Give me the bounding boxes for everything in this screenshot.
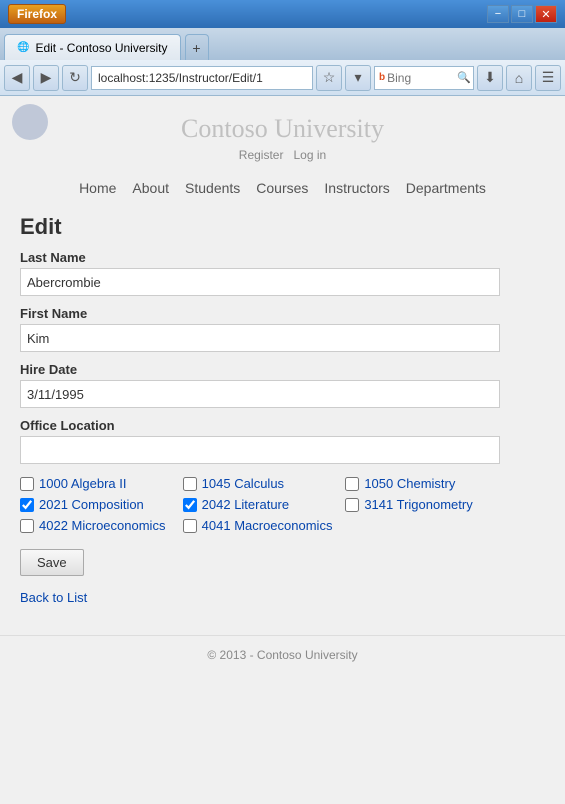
page-heading: Edit [20, 214, 545, 240]
nav-about[interactable]: About [132, 180, 169, 196]
firefox-button[interactable]: Firefox [8, 4, 66, 24]
search-box[interactable]: b 🔍 [374, 66, 474, 90]
restore-button[interactable]: □ [511, 5, 533, 23]
reload-button[interactable]: ↻ [62, 65, 88, 91]
course-label-4022: 4022 Microeconomics [39, 518, 165, 533]
save-button[interactable]: Save [20, 549, 84, 576]
tab-bar: 🌐 Edit - Contoso University + [0, 28, 565, 60]
search-input[interactable] [387, 71, 457, 85]
site-header: Contoso University Register Log in [0, 96, 565, 174]
login-link[interactable]: Log in [294, 148, 327, 162]
active-tab[interactable]: 🌐 Edit - Contoso University [4, 34, 181, 60]
page-content: Contoso University Register Log in Home … [0, 96, 565, 804]
course-checkbox-2042[interactable] [183, 498, 197, 512]
office-input[interactable] [20, 436, 500, 464]
bookmark-star-button[interactable]: ☆ [316, 65, 342, 91]
back-nav-button[interactable]: ◀ [4, 65, 30, 91]
footer-copyright: © 2013 - Contoso University [207, 648, 357, 662]
course-checkbox-1045[interactable] [183, 477, 197, 491]
course-checkbox-4041[interactable] [183, 519, 197, 533]
forward-nav-button[interactable]: ▶ [33, 65, 59, 91]
course-item: 4041 Macroeconomics [183, 518, 338, 533]
site-title: Contoso University [0, 114, 565, 144]
content-area: Edit Last Name First Name Hire Date Offi… [0, 204, 565, 625]
course-label-2042: 2042 Literature [202, 497, 289, 512]
course-item: 1045 Calculus [183, 476, 338, 491]
close-button[interactable]: ✕ [535, 5, 557, 23]
course-item: 3141 Trigonometry [345, 497, 500, 512]
new-tab-button[interactable]: + [185, 34, 209, 60]
first-name-group: First Name [20, 306, 545, 352]
hire-date-input[interactable] [20, 380, 500, 408]
nav-bar: ◀ ▶ ↻ localhost:1235/Instructor/Edit/1 ☆… [0, 60, 565, 96]
logo-circle [12, 104, 48, 140]
home-button[interactable]: ⌂ [506, 65, 532, 91]
nav-menu: Home About Students Courses Instructors … [0, 174, 565, 204]
auth-links: Register Log in [0, 148, 565, 162]
course-label-1000: 1000 Algebra II [39, 476, 126, 491]
register-link[interactable]: Register [239, 148, 284, 162]
course-item: 2042 Literature [183, 497, 338, 512]
first-name-input[interactable] [20, 324, 500, 352]
tab-title: Edit - Contoso University [35, 41, 167, 55]
office-label: Office Location [20, 418, 545, 433]
address-text: localhost:1235/Instructor/Edit/1 [98, 71, 263, 85]
courses-grid: 1000 Algebra II 1045 Calculus 1050 Chemist… [20, 476, 500, 533]
hire-date-label: Hire Date [20, 362, 545, 377]
minimize-button[interactable]: − [487, 5, 509, 23]
tab-favicon: 🌐 [17, 42, 29, 53]
back-to-list-link[interactable]: Back to List [20, 590, 545, 605]
nav-students[interactable]: Students [185, 180, 240, 196]
bookmark-down-button[interactable]: ▾ [345, 65, 371, 91]
window-controls: − □ ✕ [487, 5, 557, 23]
course-item: 1050 Chemistry [345, 476, 500, 491]
course-checkbox-4022[interactable] [20, 519, 34, 533]
nav-courses[interactable]: Courses [256, 180, 308, 196]
address-bar[interactable]: localhost:1235/Instructor/Edit/1 [91, 66, 313, 90]
menu-button[interactable]: ☰ [535, 65, 561, 91]
course-item: 1000 Algebra II [20, 476, 175, 491]
office-group: Office Location [20, 418, 545, 464]
last-name-group: Last Name [20, 250, 545, 296]
site-header-inner: Contoso University Register Log in [0, 96, 565, 174]
bing-icon: b [379, 72, 385, 83]
download-button[interactable]: ⬇ [477, 65, 503, 91]
nav-home[interactable]: Home [79, 180, 116, 196]
course-checkbox-1050[interactable] [345, 477, 359, 491]
course-checkbox-1000[interactable] [20, 477, 34, 491]
course-label-4041: 4041 Macroeconomics [202, 518, 333, 533]
last-name-label: Last Name [20, 250, 545, 265]
first-name-label: First Name [20, 306, 545, 321]
page-footer: © 2013 - Contoso University [0, 635, 565, 674]
course-checkbox-2021[interactable] [20, 498, 34, 512]
course-label-1050: 1050 Chemistry [364, 476, 455, 491]
title-bar: Firefox − □ ✕ [0, 0, 565, 28]
nav-departments[interactable]: Departments [406, 180, 486, 196]
browser-frame: Firefox − □ ✕ 🌐 Edit - Contoso Universit… [0, 0, 565, 804]
hire-date-group: Hire Date [20, 362, 545, 408]
search-icon[interactable]: 🔍 [457, 71, 471, 84]
nav-instructors[interactable]: Instructors [324, 180, 389, 196]
course-item: 2021 Composition [20, 497, 175, 512]
course-label-3141: 3141 Trigonometry [364, 497, 472, 512]
course-checkbox-3141[interactable] [345, 498, 359, 512]
course-label-1045: 1045 Calculus [202, 476, 284, 491]
course-item: 4022 Microeconomics [20, 518, 175, 533]
course-label-2021: 2021 Composition [39, 497, 144, 512]
last-name-input[interactable] [20, 268, 500, 296]
